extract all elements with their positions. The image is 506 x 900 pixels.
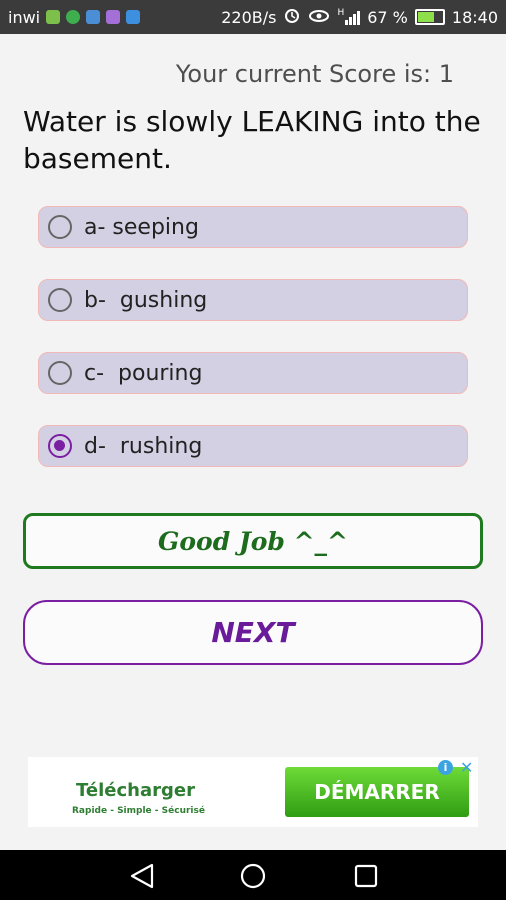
ad-banner[interactable]: Télécharger Rapide - Simple - Sécurisé D… bbox=[28, 757, 478, 827]
clock: 18:40 bbox=[451, 7, 498, 27]
ad-info-icon[interactable]: i bbox=[438, 760, 453, 775]
ad-cta-button[interactable]: DÉMARRER bbox=[285, 767, 469, 817]
battery-icon bbox=[414, 9, 445, 25]
feedback-box: Good Job ^_^ bbox=[23, 513, 483, 569]
signal-icon: H bbox=[337, 8, 361, 25]
radio-button[interactable] bbox=[48, 361, 72, 385]
navigation-bar bbox=[0, 850, 506, 900]
option-label: d- rushing bbox=[84, 433, 203, 459]
carrier-label: inwi bbox=[8, 7, 41, 27]
option-c[interactable]: c- pouring bbox=[38, 352, 468, 394]
app-icon-2 bbox=[66, 10, 81, 24]
option-label: b- gushing bbox=[84, 287, 208, 313]
recent-apps-icon[interactable] bbox=[354, 864, 378, 888]
option-d[interactable]: d- rushing bbox=[38, 425, 468, 467]
option-a[interactable]: a- seeping bbox=[38, 206, 468, 248]
app-icon-5 bbox=[126, 10, 141, 24]
question-text: Water is slowly LEAKING into the basemen… bbox=[23, 105, 481, 175]
eye-icon bbox=[308, 7, 330, 27]
radio-button[interactable] bbox=[48, 288, 72, 312]
app-icon-3 bbox=[86, 10, 101, 24]
back-icon[interactable] bbox=[130, 863, 154, 889]
ad-subtitle: Rapide - Simple - Sécurisé bbox=[72, 806, 205, 816]
option-label: c- pouring bbox=[84, 360, 203, 386]
option-label: a- seeping bbox=[84, 214, 199, 240]
next-button[interactable]: NEXT bbox=[23, 600, 483, 665]
status-bar: inwi 220B/s H 67 % 18:40 bbox=[0, 0, 506, 34]
ad-close-icon[interactable]: ✕ bbox=[460, 758, 473, 777]
network-speed: 220B/s bbox=[221, 7, 277, 27]
app-icon-1 bbox=[46, 10, 61, 24]
ad-title: Télécharger bbox=[76, 780, 195, 801]
app-icon-4 bbox=[106, 10, 121, 24]
battery-percent: 67 % bbox=[367, 7, 408, 27]
radio-button[interactable] bbox=[48, 215, 72, 239]
home-icon[interactable] bbox=[240, 863, 266, 889]
score-label: Your current Score is: 1 bbox=[175, 60, 454, 88]
radio-button-selected[interactable] bbox=[48, 434, 72, 458]
signal-type-label: H bbox=[337, 8, 345, 18]
alarm-icon bbox=[283, 6, 301, 28]
option-b[interactable]: b- gushing bbox=[38, 279, 468, 321]
